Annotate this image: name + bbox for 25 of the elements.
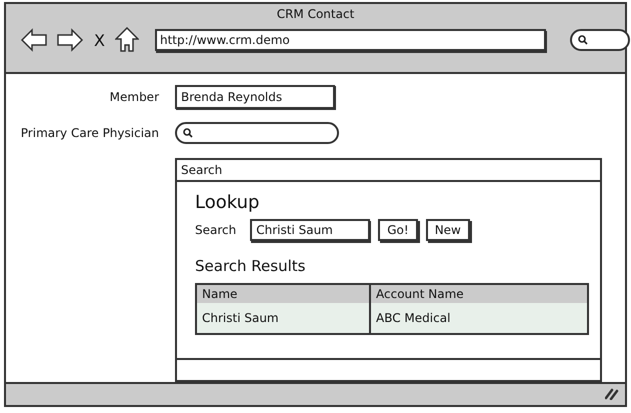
- stop-button[interactable]: X: [92, 30, 107, 50]
- lookup-heading: Lookup: [195, 192, 260, 213]
- search-icon: [183, 128, 193, 138]
- table-cell-text: Christi Saum: [201, 310, 280, 327]
- physician-search-field[interactable]: [175, 122, 339, 144]
- search-label: Search: [195, 222, 236, 237]
- table-row[interactable]: Christi Saum ABC Medical: [197, 302, 587, 333]
- resize-grip-icon[interactable]: [605, 388, 619, 400]
- column-header[interactable]: Name: [197, 284, 369, 303]
- results-heading: Search Results: [195, 256, 306, 275]
- search-field[interactable]: Christi Saum: [250, 218, 370, 241]
- physician-label: Primary Care Physician: [20, 126, 159, 140]
- browser-search-field[interactable]: [570, 29, 630, 51]
- home-icon[interactable]: [114, 27, 139, 53]
- forward-icon[interactable]: [56, 28, 84, 52]
- new-button[interactable]: New: [426, 218, 470, 241]
- window-title: CRM Contact: [276, 7, 354, 21]
- address-bar[interactable]: http://www.crm.demo: [154, 29, 546, 51]
- go-button[interactable]: Go!: [378, 218, 418, 241]
- back-icon[interactable]: [20, 28, 48, 52]
- member-label: Member: [108, 90, 159, 104]
- table-cell: ABC Medical: [369, 302, 587, 333]
- search-icon: [578, 35, 588, 45]
- member-field[interactable]: Brenda Reynolds: [175, 84, 335, 109]
- panel-header: Search: [177, 160, 600, 182]
